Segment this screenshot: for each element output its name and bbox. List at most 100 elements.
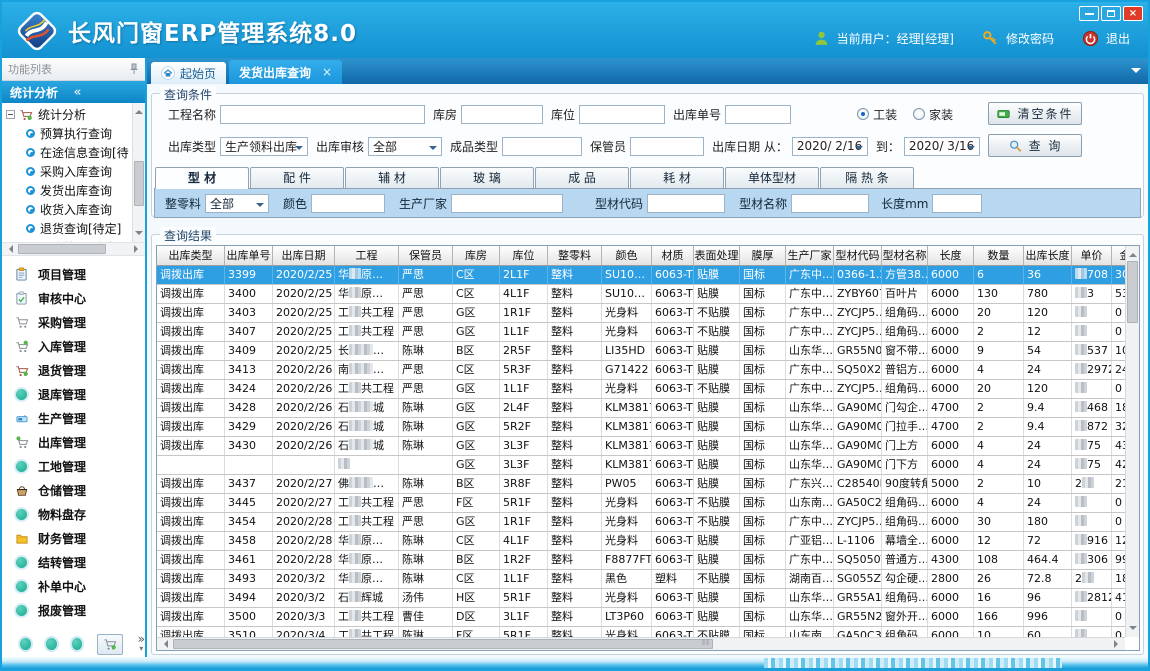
table-cell[interactable]: 调拨出库: [157, 285, 225, 303]
table-cell[interactable]: 工共工程: [335, 494, 399, 512]
table-row[interactable]: 调拨出库34942020/3/2石辉城汤伟H区5R1F整料光身料6063-T5贴…: [157, 589, 1125, 608]
table-cell[interactable]: 光身料: [602, 304, 652, 322]
table-cell[interactable]: 广东兴…: [786, 475, 834, 493]
table-cell[interactable]: 3428: [225, 399, 273, 417]
sidebar-item-采购管理[interactable]: 采购管理: [2, 310, 145, 334]
table-cell[interactable]: 106: [1112, 342, 1125, 360]
table-cell[interactable]: 整料: [548, 437, 602, 455]
sidebar-item-入库管理[interactable]: 入库管理: [2, 334, 145, 358]
table-cell[interactable]: 光身料: [602, 494, 652, 512]
table-cell[interactable]: 陈琳: [399, 399, 453, 417]
table-cell[interactable]: 468: [1072, 399, 1112, 417]
sidebar-item-审核中心[interactable]: 审核中心: [2, 286, 145, 310]
table-row[interactable]: G区3L3F整料KLM38176063-T5贴膜国标山东华…GA90M09…门下…: [157, 456, 1125, 475]
table-cell[interactable]: 国标: [740, 570, 786, 588]
logout-link[interactable]: 退出: [1106, 30, 1130, 47]
tabstrip-dropdown-icon[interactable]: [1131, 68, 1141, 78]
table-cell[interactable]: 整料: [548, 285, 602, 303]
table-row[interactable]: 调拨出库33992020/2/25华原…严思C区2L1F整料SU10…6063-…: [157, 266, 1125, 285]
table-cell[interactable]: 国标: [740, 551, 786, 569]
table-cell[interactable]: 调拨出库: [157, 418, 225, 436]
table-cell[interactable]: 120: [1024, 380, 1072, 398]
material-tab[interactable]: 型 材: [155, 167, 249, 189]
table-cell[interactable]: 0: [1112, 380, 1125, 398]
table-cell[interactable]: SG055Z: [834, 570, 882, 588]
table-cell[interactable]: 4700: [928, 418, 974, 436]
table-cell[interactable]: 3429: [225, 418, 273, 436]
table-row[interactable]: 调拨出库34612020/2/28华原…陈琳B区1R2F整料F8877FT606…: [157, 551, 1125, 570]
table-cell[interactable]: 不贴膜: [694, 570, 740, 588]
tab-shipping-query[interactable]: 发货出库查询 ×: [229, 60, 342, 84]
tree-horizontal-scrollbar[interactable]: [2, 243, 145, 256]
tree-item[interactable]: 预算执行查询: [2, 124, 132, 143]
footer-cart-button[interactable]: [97, 634, 122, 655]
table-cell[interactable]: 3400: [225, 285, 273, 303]
table-cell[interactable]: 陈琳: [399, 342, 453, 360]
table-cell[interactable]: 2020/2/25: [273, 342, 335, 360]
table-cell[interactable]: 山东华…: [786, 608, 834, 626]
column-header[interactable]: 出库日期: [273, 246, 335, 265]
profile-code-input[interactable]: [647, 194, 725, 213]
table-cell[interactable]: 2: [974, 475, 1024, 493]
table-cell[interactable]: 5R1F: [500, 589, 548, 607]
table-cell[interactable]: 1R1F: [500, 304, 548, 322]
table-cell[interactable]: 山东华…: [786, 437, 834, 455]
table-cell[interactable]: 6063-T5: [652, 418, 694, 436]
table-cell[interactable]: 90度转角: [882, 475, 928, 493]
table-cell[interactable]: GR55A11: [834, 589, 882, 607]
table-cell[interactable]: 调拨出库: [157, 608, 225, 626]
table-cell[interactable]: 门上方: [882, 437, 928, 455]
table-cell[interactable]: GA90M09…: [834, 456, 882, 474]
table-cell[interactable]: F8877FT: [602, 551, 652, 569]
table-cell[interactable]: 3L3F: [500, 456, 548, 474]
table-cell[interactable]: 调拨出库: [157, 437, 225, 455]
table-cell[interactable]: 陈琳: [399, 475, 453, 493]
table-cell[interactable]: 华原…: [335, 570, 399, 588]
table-cell[interactable]: 贴膜: [694, 342, 740, 360]
table-cell[interactable]: 6063-T5: [652, 437, 694, 455]
table-cell[interactable]: [1072, 380, 1112, 398]
table-cell[interactable]: 3461: [225, 551, 273, 569]
table-cell[interactable]: D区: [453, 608, 500, 626]
table-cell[interactable]: C区: [453, 570, 500, 588]
tree-root-item[interactable]: 统计分析: [2, 105, 132, 124]
table-cell[interactable]: 188: [1112, 399, 1125, 417]
column-header[interactable]: 出库长度: [1024, 246, 1072, 265]
table-cell[interactable]: 整料: [548, 551, 602, 569]
table-cell[interactable]: 16: [974, 589, 1024, 607]
table-cell[interactable]: 调拨出库: [157, 494, 225, 512]
table-cell[interactable]: 4700: [928, 399, 974, 417]
table-cell[interactable]: 石城: [335, 399, 399, 417]
table-cell[interactable]: 整料: [548, 475, 602, 493]
table-cell[interactable]: B区: [453, 551, 500, 569]
table-cell[interactable]: 整料: [548, 266, 602, 284]
column-header[interactable]: 表面处理: [694, 246, 740, 265]
material-tab[interactable]: 玻 璃: [440, 167, 534, 188]
table-cell[interactable]: 组角码…: [882, 589, 928, 607]
table-cell[interactable]: 6000: [928, 589, 974, 607]
table-cell[interactable]: 整料: [548, 532, 602, 550]
footer-dot-icon[interactable]: [46, 638, 57, 650]
warehouse-input[interactable]: [461, 105, 543, 124]
location-input[interactable]: [579, 105, 665, 124]
table-cell[interactable]: 调拨出库: [157, 532, 225, 550]
table-cell[interactable]: 326: [1112, 418, 1125, 436]
table-cell[interactable]: 国标: [740, 380, 786, 398]
table-cell[interactable]: 6063-T5: [652, 266, 694, 284]
table-cell[interactable]: 537: [1072, 342, 1112, 360]
expander-icon[interactable]: [6, 110, 15, 119]
table-cell[interactable]: 国标: [740, 342, 786, 360]
table-cell[interactable]: H区: [453, 589, 500, 607]
table-cell[interactable]: 陈琳: [399, 551, 453, 569]
table-cell[interactable]: 光身料: [602, 323, 652, 341]
table-cell[interactable]: 山东华…: [786, 399, 834, 417]
table-row[interactable]: 调拨出库34242020/2/26工共工程严思G区1L1F整料光身料6063-T…: [157, 380, 1125, 399]
table-cell[interactable]: 308: [1112, 266, 1125, 284]
table-cell[interactable]: 广东中…: [786, 304, 834, 322]
table-cell[interactable]: GA50C27: [834, 494, 882, 512]
table-cell[interactable]: 贴膜: [694, 266, 740, 284]
table-cell[interactable]: ZYCJP5…: [834, 304, 882, 322]
table-cell[interactable]: 贴膜: [694, 437, 740, 455]
table-cell[interactable]: 0: [1112, 513, 1125, 531]
table-cell[interactable]: 调拨出库: [157, 513, 225, 531]
